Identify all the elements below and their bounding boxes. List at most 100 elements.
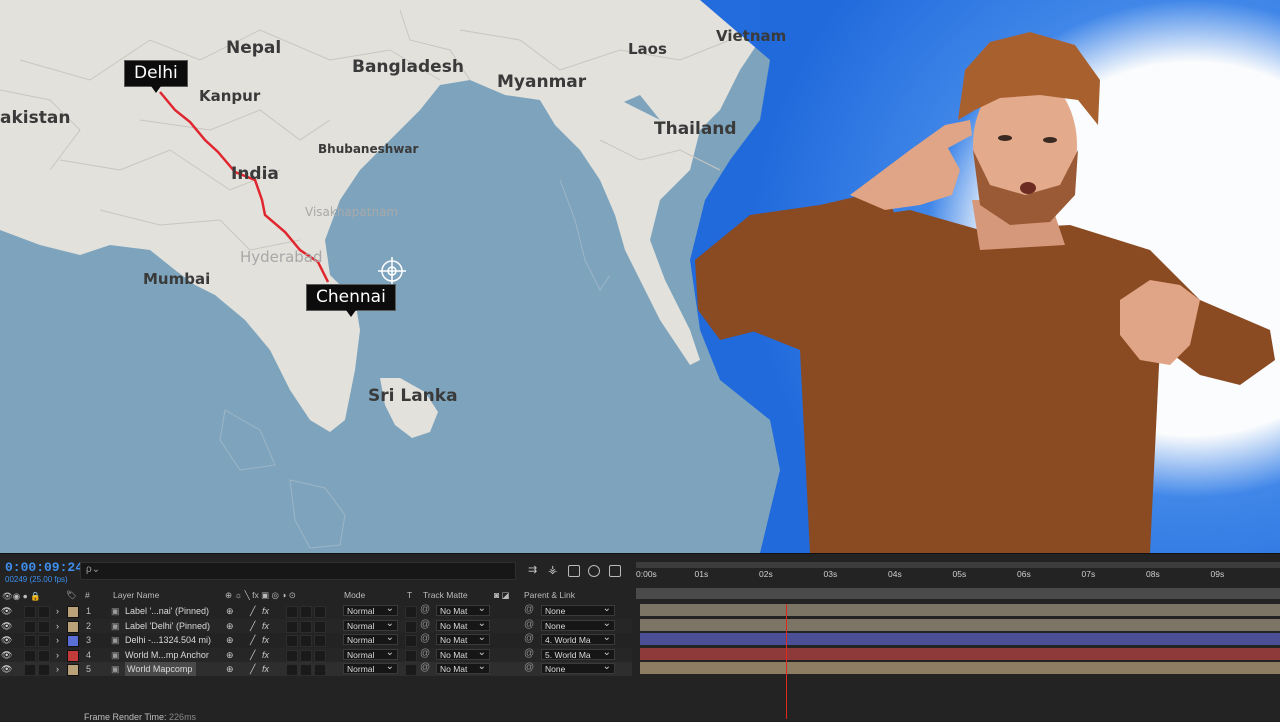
work-area-bar[interactable] xyxy=(636,588,1280,599)
quality-switch-icon[interactable]: ╱ xyxy=(250,604,255,618)
3d-layer-switch[interactable] xyxy=(314,664,326,676)
track-matte-select[interactable]: No Mat xyxy=(436,661,490,674)
label-color-swatch[interactable] xyxy=(67,664,79,676)
layer-search-input[interactable]: ρ⌄ xyxy=(80,562,516,580)
parent-pickwhip-icon[interactable]: @ xyxy=(524,662,534,673)
parent-select[interactable]: None xyxy=(541,618,615,631)
label-color-swatch[interactable] xyxy=(67,620,79,633)
shy-switch-icon[interactable]: ⊕ xyxy=(226,633,234,647)
effects-switch-icon[interactable]: fx xyxy=(262,648,269,662)
twirl-arrow-icon[interactable]: › xyxy=(56,633,59,647)
adjustment-switch[interactable] xyxy=(300,620,312,633)
visibility-eye-icon[interactable]: 👁 xyxy=(1,619,12,633)
shy-switch-icon[interactable]: ⊕ xyxy=(226,648,234,662)
twirl-arrow-icon[interactable]: › xyxy=(56,648,59,662)
layer-duration-bar[interactable] xyxy=(640,604,1280,616)
3d-layer-switch[interactable] xyxy=(314,620,326,633)
label-color-swatch[interactable] xyxy=(67,649,79,662)
lock-toggle[interactable] xyxy=(38,620,50,633)
frame-blending-icon[interactable] xyxy=(588,565,600,577)
parent-pickwhip-icon[interactable]: @ xyxy=(524,648,534,659)
parent-pickwhip-icon[interactable]: @ xyxy=(524,604,534,615)
quality-switch-icon[interactable]: ╱ xyxy=(250,619,255,633)
3d-layer-switch[interactable] xyxy=(314,635,326,647)
motion-blur-switch[interactable] xyxy=(286,649,298,662)
lock-toggle[interactable] xyxy=(38,649,50,662)
solo-toggle[interactable] xyxy=(24,620,36,633)
adjustment-switch[interactable] xyxy=(300,664,312,676)
preserve-transparency-toggle[interactable] xyxy=(405,635,417,647)
effects-switch-icon[interactable]: fx xyxy=(262,604,269,618)
parent-select[interactable]: 5. World Ma xyxy=(541,647,615,660)
twirl-arrow-icon[interactable]: › xyxy=(56,619,59,633)
layer-row[interactable]: 👁 › 5 ▣ World Mapcomp ⊕ ╱ fx Normal @ No… xyxy=(0,661,632,676)
layer-row[interactable]: 👁 › 3 ▣ Delhi -...1324.504 mi) ⊕ ╱ fx No… xyxy=(0,632,632,647)
motion-blur-switch[interactable] xyxy=(286,620,298,633)
timecode-display[interactable]: 0:00:09:24 xyxy=(5,560,83,575)
motion-blur-icon[interactable] xyxy=(609,565,621,577)
quality-switch-icon[interactable]: ╱ xyxy=(250,633,255,647)
shy-switch-icon[interactable]: ⊕ xyxy=(226,619,234,633)
layer-duration-bar[interactable] xyxy=(640,662,1280,674)
visibility-eye-icon[interactable]: 👁 xyxy=(1,633,12,647)
3d-layer-switch[interactable] xyxy=(314,649,326,662)
preserve-transparency-toggle[interactable] xyxy=(405,606,417,618)
twirl-arrow-icon[interactable]: › xyxy=(56,662,59,676)
solo-toggle[interactable] xyxy=(24,649,36,662)
lock-toggle[interactable] xyxy=(38,606,50,618)
layer-name[interactable]: Delhi -...1324.504 mi) xyxy=(125,633,211,647)
delhi-label[interactable]: Delhi xyxy=(124,60,188,93)
adjustment-switch[interactable] xyxy=(300,635,312,647)
solo-toggle[interactable] xyxy=(24,606,36,618)
time-graph[interactable]: 0:00s 01s 02s 03s 04s 05s 06s 07s 08s 09s xyxy=(636,560,1280,719)
visibility-eye-icon[interactable]: 👁 xyxy=(1,604,12,618)
layer-duration-bar[interactable] xyxy=(640,618,1280,631)
lock-toggle[interactable] xyxy=(38,664,50,676)
layer-duration-bar[interactable] xyxy=(640,633,1280,645)
blend-mode-select[interactable]: Normal xyxy=(343,618,398,631)
shy-switch-icon[interactable]: ⊕ xyxy=(226,604,234,618)
motion-blur-switch[interactable] xyxy=(286,664,298,676)
layer-row[interactable]: 👁 › 4 ▣ World M...mp Anchor ⊕ ╱ fx Norma… xyxy=(0,647,632,662)
blend-mode-select[interactable]: Normal xyxy=(343,661,398,674)
quality-switch-icon[interactable]: ╱ xyxy=(250,648,255,662)
pickwhip-icon[interactable]: @ xyxy=(420,604,430,615)
preserve-transparency-toggle[interactable] xyxy=(405,620,417,633)
label-color-swatch[interactable] xyxy=(67,606,79,618)
shy-layers-icon[interactable] xyxy=(568,565,580,577)
quality-switch-icon[interactable]: ╱ xyxy=(250,662,255,676)
pickwhip-icon[interactable]: @ xyxy=(420,633,430,644)
motion-blur-switch[interactable] xyxy=(286,635,298,647)
layer-name[interactable]: Label 'Delhi' (Pinned) xyxy=(125,619,210,633)
solo-toggle[interactable] xyxy=(24,635,36,647)
parent-pickwhip-icon[interactable]: @ xyxy=(524,633,534,644)
track-matte-select[interactable]: No Mat xyxy=(436,618,490,631)
adjustment-switch[interactable] xyxy=(300,649,312,662)
layer-duration-bar[interactable] xyxy=(640,647,1280,660)
parent-select[interactable]: None xyxy=(541,661,615,674)
effects-switch-icon[interactable]: fx xyxy=(262,619,269,633)
pickwhip-icon[interactable]: @ xyxy=(420,619,430,630)
motion-blur-switch[interactable] xyxy=(286,606,298,618)
pickwhip-icon[interactable]: @ xyxy=(420,648,430,659)
parent-select[interactable]: None xyxy=(541,603,615,616)
visibility-eye-icon[interactable]: 👁 xyxy=(1,648,12,662)
label-color-swatch[interactable] xyxy=(67,635,79,647)
composition-mini-flowchart-icon[interactable]: ⇉ xyxy=(528,563,540,576)
preserve-transparency-toggle[interactable] xyxy=(405,649,417,662)
parent-select[interactable]: 4. World Ma xyxy=(541,632,615,645)
3d-layer-switch[interactable] xyxy=(314,606,326,618)
layer-name[interactable]: Label '...nai' (Pinned) xyxy=(125,604,209,618)
layer-name[interactable]: World M...mp Anchor xyxy=(125,648,209,662)
track-matte-select[interactable]: No Mat xyxy=(436,603,490,616)
effects-switch-icon[interactable]: fx xyxy=(262,633,269,647)
blend-mode-select[interactable]: Normal xyxy=(343,603,398,616)
track-matte-select[interactable]: No Mat xyxy=(436,632,490,645)
blend-mode-select[interactable]: Normal xyxy=(343,647,398,660)
layer-name[interactable]: World Mapcomp xyxy=(125,662,197,676)
draft-3d-icon[interactable]: ⚶ xyxy=(548,563,560,576)
lock-toggle[interactable] xyxy=(38,635,50,647)
twirl-arrow-icon[interactable]: › xyxy=(56,604,59,618)
pickwhip-icon[interactable]: @ xyxy=(420,662,430,673)
solo-toggle[interactable] xyxy=(24,664,36,676)
